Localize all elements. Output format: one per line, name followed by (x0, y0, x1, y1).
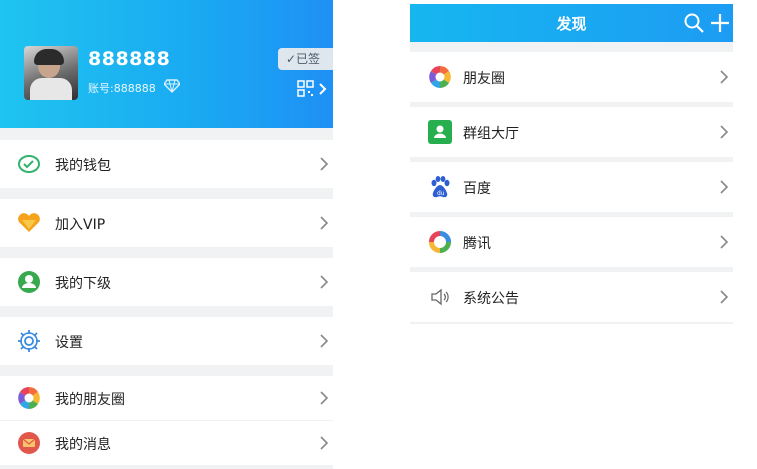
menu-item-label: 加入VIP (55, 217, 106, 233)
chevron-right-icon (720, 290, 729, 304)
wallet-icon (18, 155, 40, 173)
chevron-right-icon (320, 275, 329, 289)
username: 888888 (88, 48, 171, 70)
discover-item-label: 腾讯 (463, 236, 491, 252)
message-icon (18, 432, 40, 454)
discover-item-baidu[interactable]: du 百度 (410, 162, 733, 212)
discover-top-bar: 发现 (410, 4, 733, 42)
menu-item-label: 我的消息 (55, 437, 111, 453)
search-icon[interactable] (683, 12, 705, 34)
chevron-right-icon (720, 235, 729, 249)
tencent-icon (428, 230, 452, 254)
discover-item-label: 群组大厅 (463, 126, 519, 142)
discover-item-label: 百度 (463, 181, 491, 197)
discover-item-label: 系统公告 (463, 291, 519, 307)
discover-item-moments[interactable]: 朋友圈 (410, 52, 733, 102)
baidu-paw-icon: du (431, 176, 450, 198)
profile-header[interactable]: 888888 账号:888888 ✓已签 (0, 0, 333, 128)
moments-aperture-icon (18, 387, 40, 409)
add-icon[interactable] (709, 12, 731, 34)
menu-item-label: 我的朋友圈 (55, 392, 125, 408)
profile-panel: 888888 账号:888888 ✓已签 我的钱包 加入VIP 我的下级 设置 … (0, 0, 333, 469)
chevron-right-icon (320, 216, 329, 230)
chevron-right-icon (320, 391, 329, 405)
menu-item-settings[interactable]: 设置 (0, 317, 333, 365)
avatar[interactable] (24, 46, 78, 100)
discover-item-label: 朋友圈 (463, 71, 505, 87)
menu-item-wallet[interactable]: 我的钱包 (0, 140, 333, 188)
chevron-right-icon (320, 436, 329, 450)
menu-item-label: 我的钱包 (55, 158, 111, 174)
account-number: 账号:888888 (88, 82, 156, 95)
gear-icon (18, 330, 40, 352)
menu-item-label: 设置 (55, 335, 83, 351)
group-hall-icon (428, 120, 452, 144)
subordinate-user-icon (18, 271, 40, 293)
vip-heart-icon (18, 213, 40, 232)
svg-text:du: du (437, 190, 445, 197)
menu-item-vip[interactable]: 加入VIP (0, 199, 333, 247)
chevron-right-icon (320, 157, 329, 171)
speaker-icon (431, 288, 449, 306)
discover-panel: 发现 朋友圈 群组大厅 du 百度 腾讯 系统公告 (410, 4, 733, 324)
menu-item-messages[interactable]: 我的消息 (0, 421, 333, 465)
sign-in-button[interactable]: ✓已签 (278, 48, 333, 70)
discover-item-tencent[interactable]: 腾讯 (410, 217, 733, 267)
chevron-right-icon (320, 334, 329, 348)
discover-item-announcements[interactable]: 系统公告 (410, 272, 733, 322)
chevron-right-icon (720, 180, 729, 194)
menu-item-moments[interactable]: 我的朋友圈 (0, 376, 333, 420)
qr-code-icon[interactable] (297, 80, 327, 98)
discover-item-group-hall[interactable]: 群组大厅 (410, 107, 733, 157)
chevron-right-icon (720, 70, 729, 84)
moments-aperture-icon (429, 66, 451, 88)
chevron-right-icon (720, 125, 729, 139)
diamond-icon (164, 79, 180, 93)
menu-item-subordinates[interactable]: 我的下级 (0, 258, 333, 306)
menu-item-label: 我的下级 (55, 276, 111, 292)
